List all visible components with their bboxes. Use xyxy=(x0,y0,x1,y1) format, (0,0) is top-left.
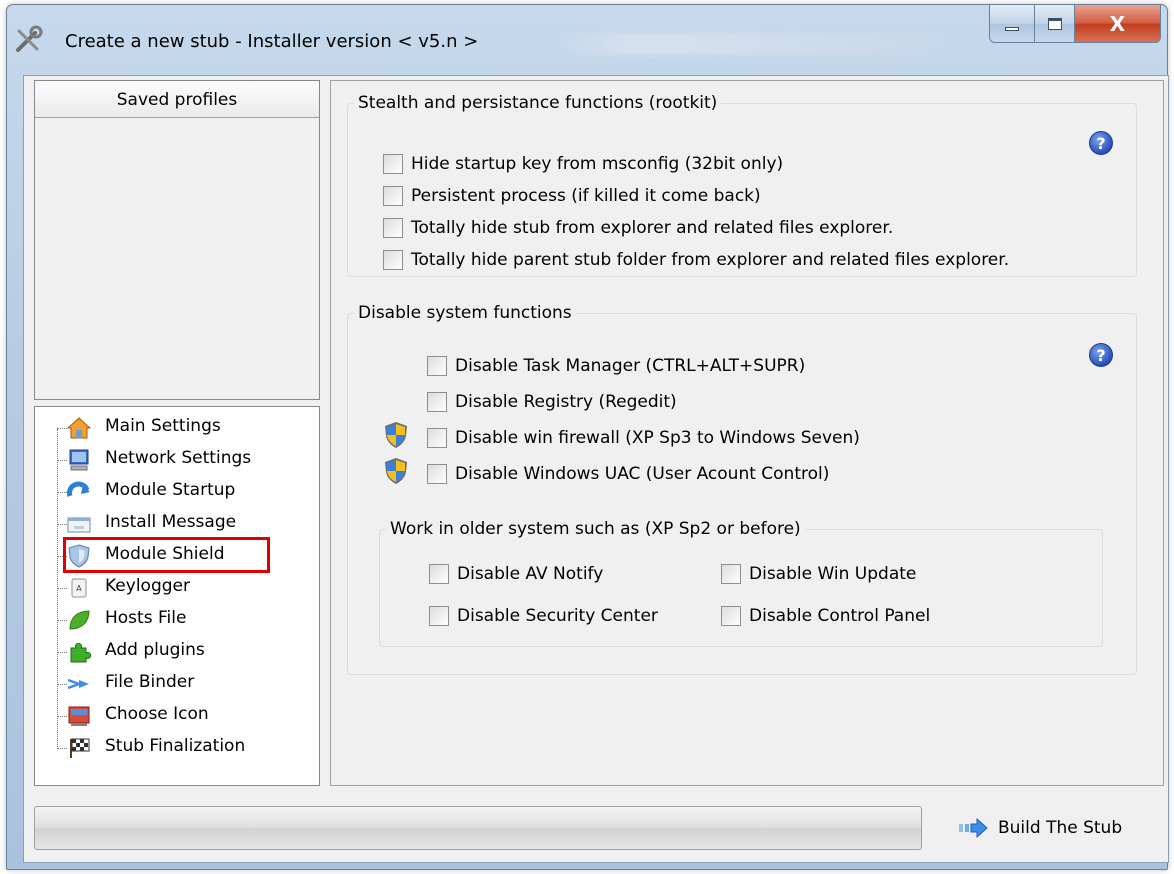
checkbox-label: Totally hide stub from explorer and rela… xyxy=(411,218,894,238)
puzzle-icon xyxy=(70,642,91,663)
tree-connector xyxy=(57,460,67,461)
checkbox[interactable] xyxy=(427,464,447,484)
checkbox-label: Disable win firewall (XP Sp3 to Windows … xyxy=(455,428,860,448)
option-persistent-process[interactable]: Persistent process (if killed it come ba… xyxy=(383,181,761,211)
tree-connector xyxy=(57,748,67,749)
tree-item-label: Install Message xyxy=(105,512,237,532)
checkbox[interactable] xyxy=(429,564,449,584)
checkbox[interactable] xyxy=(427,428,447,448)
option-disable-win-update[interactable]: Disable Win Update xyxy=(721,559,916,589)
minimize-icon xyxy=(1005,26,1019,31)
checkbox[interactable] xyxy=(427,356,447,376)
svg-text:A: A xyxy=(76,584,82,593)
option-disable-security-center[interactable]: Disable Security Center xyxy=(429,601,658,631)
tree-item-label: Choose Icon xyxy=(105,704,209,724)
option-hide-startup-key[interactable]: Hide startup key from msconfig (32bit on… xyxy=(383,149,783,179)
tree-item-label: Add plugins xyxy=(105,640,205,660)
option-disable-registry[interactable]: Disable Registry (Regedit) xyxy=(427,387,677,417)
checkered-flag-icon xyxy=(70,738,90,758)
close-icon: X xyxy=(1109,11,1126,36)
checkbox[interactable] xyxy=(383,186,403,206)
stealth-group-legend: Stealth and persistance functions (rootk… xyxy=(358,93,718,113)
tree-connector xyxy=(57,492,67,493)
tree-item-label: Stub Finalization xyxy=(105,736,246,756)
checkbox-label: Disable Registry (Regedit) xyxy=(455,392,677,412)
checkbox-label: Hide startup key from msconfig (32bit on… xyxy=(411,154,784,174)
build-stub-button[interactable]: Build The Stub xyxy=(934,802,1154,854)
tree-item-label: Module Startup xyxy=(105,480,236,500)
key-icon: A xyxy=(71,578,87,598)
tree-connector xyxy=(57,652,67,653)
help-icon[interactable]: ? xyxy=(1089,131,1113,155)
option-disable-firewall[interactable]: Disable win firewall (XP Sp3 to Windows … xyxy=(427,423,860,453)
module-shield-panel: Stealth and persistance functions (rootk… xyxy=(330,80,1164,786)
tree-connector xyxy=(57,428,67,429)
tree-item-label: File Binder xyxy=(105,672,195,692)
uac-shield-icon xyxy=(385,458,407,484)
blue-arrow-icon xyxy=(959,818,988,838)
option-disable-task-manager[interactable]: Disable Task Manager (CTRL+ALT+SUPR) xyxy=(427,351,805,381)
merge-arrows-icon xyxy=(67,678,89,690)
checkbox-label: Disable AV Notify xyxy=(457,564,604,584)
saved-profiles-header[interactable]: Saved profiles xyxy=(35,81,319,118)
uac-shield-icon xyxy=(385,422,407,448)
checkbox-label: Disable Windows UAC (User Acount Control… xyxy=(455,464,830,484)
minimize-button[interactable] xyxy=(989,5,1035,43)
tree-item-label: Main Settings xyxy=(105,416,221,436)
build-stub-label: Build The Stub xyxy=(998,818,1123,838)
progress-bar xyxy=(34,806,922,850)
tree-connector xyxy=(57,588,67,589)
settings-tree: Main Settings Network Settings Module St… xyxy=(34,406,320,786)
checkbox[interactable] xyxy=(721,564,741,584)
older-systems-legend: Work in older system such as (XP Sp2 or … xyxy=(390,519,801,539)
checkbox-label: Totally hide parent stub folder from exp… xyxy=(411,250,1010,270)
refresh-arrow-icon xyxy=(67,481,90,497)
window-controls: X xyxy=(989,5,1161,45)
selection-highlight xyxy=(63,537,270,573)
checkbox[interactable] xyxy=(383,218,403,238)
checkbox[interactable] xyxy=(383,250,403,270)
tree-connector xyxy=(57,716,67,717)
maximize-button[interactable] xyxy=(1035,5,1075,43)
tree-item-label: Hosts File xyxy=(105,608,187,628)
option-disable-control-panel[interactable]: Disable Control Panel xyxy=(721,601,930,631)
home-icon xyxy=(67,417,91,439)
maximize-icon xyxy=(1047,17,1062,30)
tree-connector xyxy=(57,524,67,525)
tree-item-label: Keylogger xyxy=(105,576,190,596)
picture-icon xyxy=(68,706,90,726)
disable-system-legend: Disable system functions xyxy=(358,303,572,323)
tools-icon xyxy=(16,25,43,52)
option-disable-av-notify[interactable]: Disable AV Notify xyxy=(429,559,603,589)
option-disable-uac[interactable]: Disable Windows UAC (User Acount Control… xyxy=(427,459,829,489)
option-hide-parent-folder[interactable]: Totally hide parent stub folder from exp… xyxy=(383,245,1009,275)
window-title: Create a new stub - Installer version < … xyxy=(65,31,479,52)
tree-connector xyxy=(57,620,67,621)
checkbox-label: Disable Control Panel xyxy=(749,606,931,626)
checkbox-label: Persistent process (if killed it come ba… xyxy=(411,186,761,206)
checkbox-label: Disable Security Center xyxy=(457,606,658,626)
client-area: Saved profiles Main Settings Network Set… xyxy=(23,75,1169,863)
checkbox[interactable] xyxy=(429,606,449,626)
checkbox[interactable] xyxy=(721,606,741,626)
checkbox[interactable] xyxy=(383,154,403,174)
title-bar[interactable]: Create a new stub - Installer version < … xyxy=(7,5,1167,71)
checkbox[interactable] xyxy=(427,392,447,412)
tree-connector xyxy=(57,684,67,685)
checkbox-label: Disable Win Update xyxy=(749,564,917,584)
option-hide-stub[interactable]: Totally hide stub from explorer and rela… xyxy=(383,213,893,243)
leaf-icon xyxy=(69,610,90,630)
background-blur xyxy=(552,33,972,55)
close-button[interactable]: X xyxy=(1075,5,1161,43)
checkbox-label: Disable Task Manager (CTRL+ALT+SUPR) xyxy=(455,356,806,376)
message-box-icon xyxy=(67,517,91,533)
tree-item-label: Network Settings xyxy=(105,448,252,468)
saved-profiles-list[interactable]: Saved profiles xyxy=(34,80,320,400)
app-window: Create a new stub - Installer version < … xyxy=(6,4,1169,870)
monitor-icon xyxy=(69,449,89,471)
help-icon[interactable]: ? xyxy=(1089,343,1113,367)
